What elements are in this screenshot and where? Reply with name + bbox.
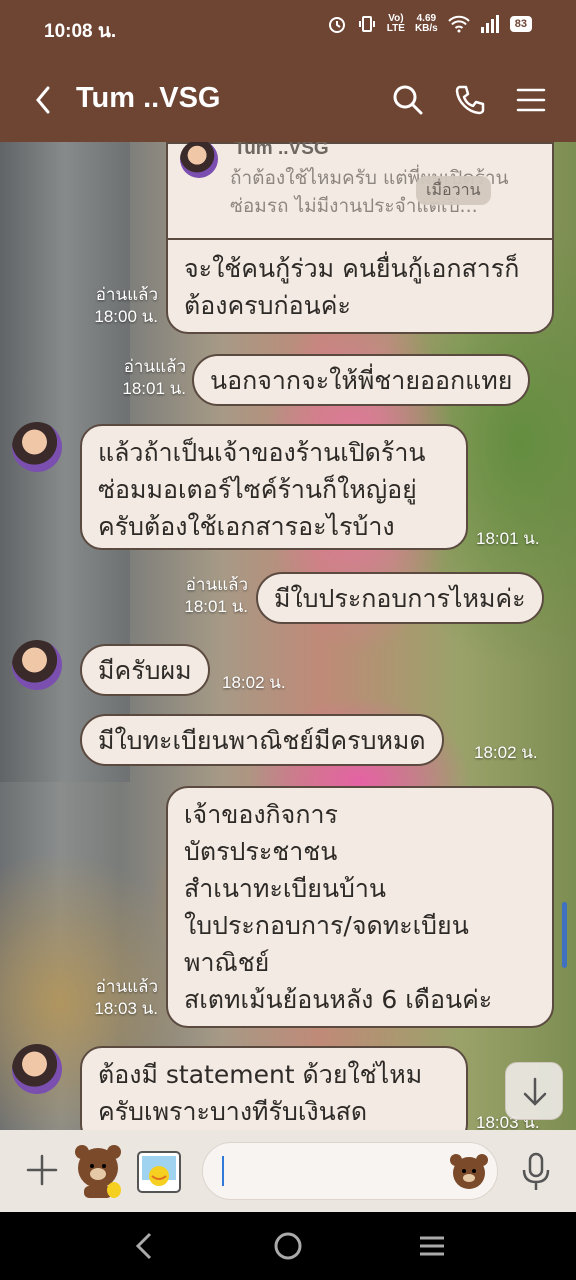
mic-icon[interactable] — [518, 1150, 554, 1194]
text-caret — [222, 1156, 224, 1186]
reply-sender: Tum ..VSG — [234, 142, 329, 159]
system-nav-bar — [0, 1212, 576, 1280]
signal-icon — [480, 15, 499, 33]
reply-avatar — [180, 142, 218, 178]
message-bubble-sent[interactable]: จะใช้คนกู้ร่วม คนยื่นกู้เอกสารก็ ต้องครบ… — [166, 238, 554, 334]
chat-header: Tum ..VSG — [0, 58, 576, 142]
avatar[interactable] — [12, 640, 62, 690]
volte-icon: Vo) LTE — [386, 13, 405, 34]
search-icon[interactable] — [388, 80, 428, 120]
emoticon-icon[interactable] — [448, 1150, 490, 1192]
scroll-down-button[interactable] — [505, 1062, 563, 1120]
sticker-icon[interactable] — [70, 1142, 126, 1200]
message-time: 18:02 น. — [222, 673, 286, 692]
input-bar — [0, 1130, 576, 1212]
message-meta: อ่านแล้ว 18:03 น. — [94, 977, 158, 1018]
message-bubble-sent[interactable]: มีใบประกอบการไหมค่ะ — [256, 572, 544, 624]
message-bubble-received[interactable]: แล้วถ้าเป็นเจ้าของร้านเปิดร้าน ซ่อมมอเตอ… — [80, 424, 468, 550]
nav-recents-icon[interactable] — [412, 1226, 452, 1266]
wifi-icon — [448, 15, 470, 33]
status-icons: Vo) LTE 4.69 KB/s 83 — [327, 14, 532, 34]
message-bubble-sent[interactable]: เจ้าของกิจการ บัตรประชาชน สำเนาทะเบียนบ้… — [166, 786, 554, 1028]
status-bar: 10:08 น. Vo) LTE 4.69 KB/s 83 — [0, 0, 576, 58]
message-meta: อ่านแล้ว 18:01 น. — [184, 575, 248, 616]
message-bubble-received[interactable]: มีครับผม — [80, 644, 210, 696]
network-speed: 4.69 KB/s — [414, 13, 438, 34]
reply-preview[interactable]: Tum ..VSG ถ้าต้องใช้ไหมครับ แต่พี่ผมเปิด… — [166, 142, 554, 240]
message-meta: อ่านแล้ว 18:01 น. — [122, 357, 186, 398]
nav-home-icon[interactable] — [268, 1226, 308, 1266]
alarm-icon — [328, 17, 345, 33]
message-time: 18:02 น. — [474, 743, 538, 762]
date-badge: เมื่อวาน — [416, 176, 491, 205]
chat-area[interactable]: Tum ..VSG ถ้าต้องใช้ไหมครับ แต่พี่ผมเปิด… — [0, 142, 576, 1130]
plus-icon[interactable] — [22, 1150, 62, 1190]
scrollbar[interactable] — [562, 902, 567, 968]
message-bubble-received[interactable]: มีใบทะเบียนพาณิชย์มีครบหมด — [80, 714, 444, 766]
scroll-down-icon — [523, 1077, 547, 1106]
phone-icon[interactable] — [450, 80, 490, 120]
message-meta: อ่านแล้ว 18:00 น. — [94, 285, 158, 326]
nav-back-icon[interactable] — [124, 1226, 164, 1266]
message-bubble-received[interactable]: ต้องมี statement ด้วยใช่ไหม ครับเพราะบาง… — [80, 1046, 468, 1130]
message-bubble-sent[interactable]: นอกจากจะให้พี่ชายออกแทย — [192, 354, 531, 406]
battery-icon: 83 — [509, 16, 532, 32]
avatar[interactable] — [12, 422, 62, 472]
status-time: 10:08 น. — [44, 21, 117, 42]
chat-title: Tum ..VSG — [76, 82, 221, 114]
message-time: 18:01 น. — [476, 529, 540, 548]
avatar[interactable] — [12, 1044, 62, 1094]
emoji-icon[interactable] — [134, 1146, 186, 1198]
back-icon[interactable] — [26, 80, 62, 120]
menu-icon[interactable] — [511, 80, 551, 120]
vibrate-icon — [358, 16, 375, 32]
